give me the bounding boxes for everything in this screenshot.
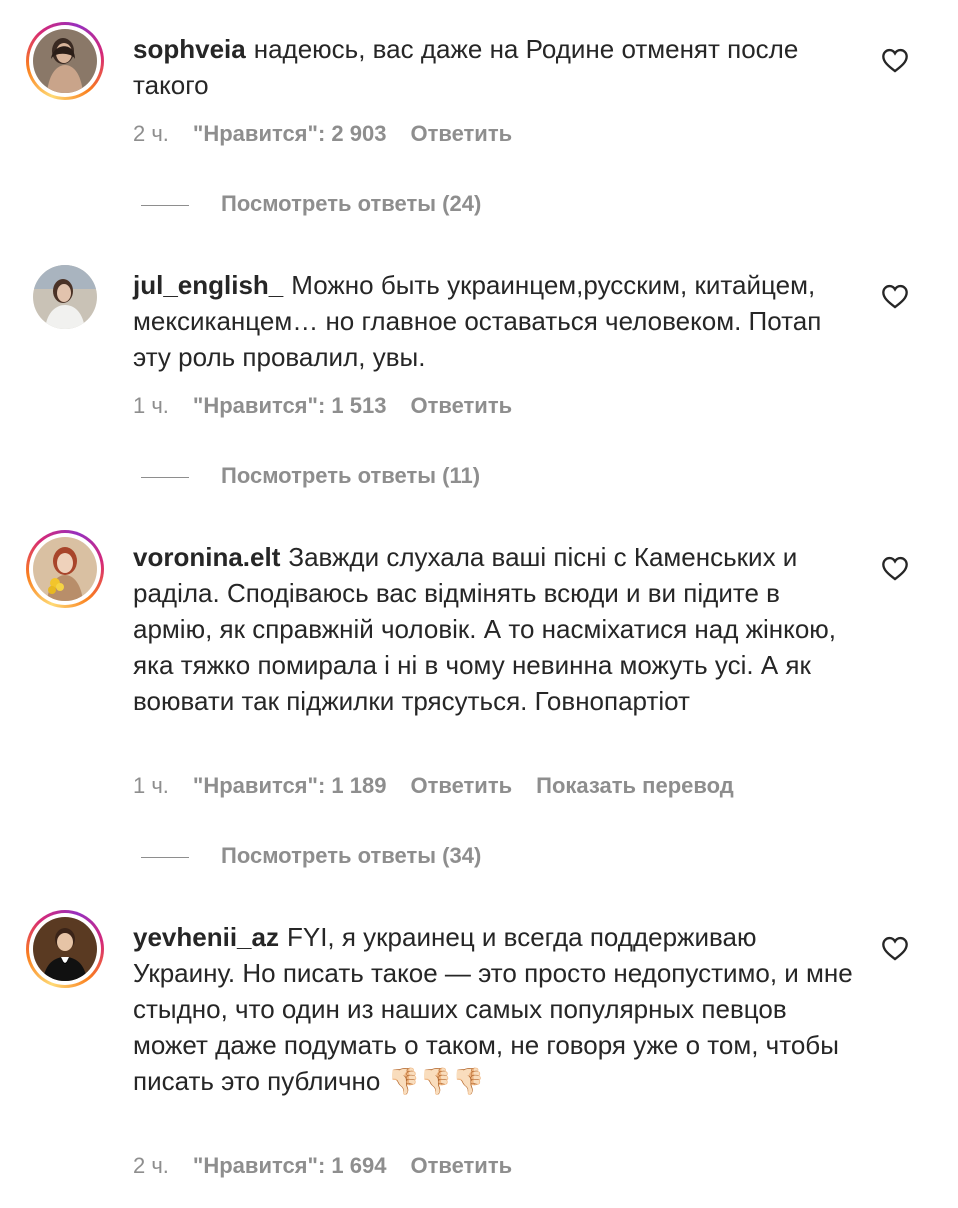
- view-replies-label: Посмотреть ответы (34): [221, 843, 482, 868]
- comment-username[interactable]: yevhenii_az: [133, 922, 279, 952]
- view-replies-button[interactable]: Посмотреть ответы (11): [141, 462, 480, 490]
- comment-text-block: voronina.elt Завжди слухала ваші пісні с …: [133, 539, 858, 719]
- comment-time[interactable]: 2 ч.: [133, 1153, 169, 1178]
- comment-username[interactable]: sophveia: [133, 34, 246, 64]
- divider-line: [141, 204, 189, 206]
- comment-time[interactable]: 1 ч.: [133, 773, 169, 798]
- user-avatar[interactable]: [33, 29, 97, 93]
- reply-button[interactable]: Ответить: [410, 773, 512, 798]
- comment-time[interactable]: 2 ч.: [133, 121, 169, 146]
- comment-text-block: yevhenii_az FYI, я украинец и всегда подд…: [133, 919, 858, 1099]
- comment-meta: 2 ч. "Нравится": 1 694 Ответить: [133, 1152, 536, 1180]
- story-ring[interactable]: [26, 22, 104, 100]
- divider-line: [141, 476, 189, 478]
- comment-likes-count[interactable]: "Нравится": 1 694: [193, 1153, 387, 1178]
- comment-time[interactable]: 1 ч.: [133, 393, 169, 418]
- comment-likes-count[interactable]: "Нравится": 1 513: [193, 393, 387, 418]
- reply-button[interactable]: Ответить: [410, 393, 512, 418]
- reply-button[interactable]: Ответить: [410, 121, 512, 146]
- avatar-frame[interactable]: [26, 258, 104, 336]
- comment-likes-count[interactable]: "Нравится": 2 903: [193, 121, 387, 146]
- comment-meta: 2 ч. "Нравится": 2 903 Ответить: [133, 120, 536, 148]
- like-heart-icon[interactable]: [881, 283, 909, 309]
- story-ring[interactable]: [26, 530, 104, 608]
- comment-likes-count[interactable]: "Нравится": 1 189: [193, 773, 387, 798]
- view-replies-label: Посмотреть ответы (24): [221, 191, 482, 216]
- user-avatar[interactable]: [33, 917, 97, 981]
- comment-meta: 1 ч. "Нравится": 1 513 Ответить: [133, 392, 536, 420]
- reply-button[interactable]: Ответить: [410, 1153, 512, 1178]
- comment-meta: 1 ч. "Нравится": 1 189 Ответить Показать пе…: [133, 772, 758, 800]
- like-heart-icon[interactable]: [881, 47, 909, 73]
- user-avatar[interactable]: [33, 537, 97, 601]
- user-avatar[interactable]: [33, 265, 97, 329]
- comment-text-block: sophveia надеюсь, вас даже на Родине отме…: [133, 31, 858, 103]
- comment-username[interactable]: voronina.elt: [133, 542, 280, 572]
- view-replies-button[interactable]: Посмотреть ответы (34): [141, 842, 481, 870]
- view-replies-label: Посмотреть ответы (11): [221, 463, 481, 488]
- view-replies-button[interactable]: Посмотреть ответы (24): [141, 190, 481, 218]
- divider-line: [141, 856, 189, 858]
- like-heart-icon[interactable]: [881, 935, 909, 961]
- like-heart-icon[interactable]: [881, 555, 909, 581]
- show-translation-button[interactable]: Показать перевод: [536, 773, 734, 798]
- comment-text-block: jul_english_ Можно быть украинцем,русским…: [133, 267, 858, 375]
- comment-username[interactable]: jul_english_: [133, 270, 283, 300]
- story-ring[interactable]: [26, 910, 104, 988]
